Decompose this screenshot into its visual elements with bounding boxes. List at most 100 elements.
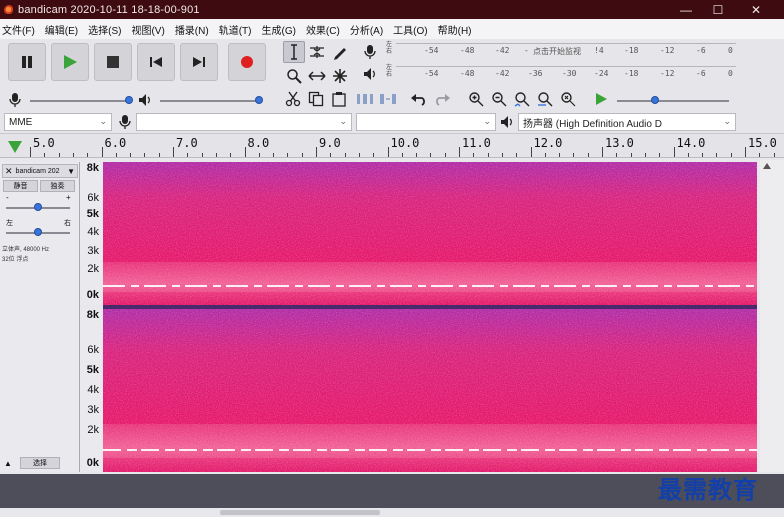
menu-tracks[interactable]: 轨道(T) xyxy=(219,22,252,37)
skip-to-start-button[interactable] xyxy=(137,43,175,81)
gain-knob[interactable] xyxy=(34,203,42,211)
spectrogram-left-channel[interactable] xyxy=(103,162,757,305)
timeline-minor-tick xyxy=(287,153,289,157)
pan-left-label: 左 xyxy=(6,220,13,227)
menu-select[interactable]: 选择(S) xyxy=(88,22,121,37)
multi-tool[interactable] xyxy=(329,65,351,87)
record-meter-scale[interactable]: -54 -48 -42 - 点击开始监视 !4 -18 -12 -6 0 xyxy=(396,43,736,61)
timeline-tick-label: 8.0 xyxy=(247,136,270,150)
stop-button[interactable] xyxy=(94,43,132,81)
timeline-minor-tick xyxy=(773,153,775,157)
menu-edit[interactable]: 编辑(E) xyxy=(45,22,78,37)
recording-device-select[interactable]: ⌄ xyxy=(136,113,352,131)
recording-volume-slider[interactable] xyxy=(30,100,130,102)
playback-tick-label: -12 xyxy=(660,69,675,78)
redo-button[interactable] xyxy=(431,88,453,110)
record-button[interactable] xyxy=(228,43,266,81)
zoom-in-button[interactable] xyxy=(465,88,487,110)
fit-selection-icon xyxy=(514,92,530,107)
solo-button[interactable]: 独奏 xyxy=(40,180,75,192)
skip-start-icon xyxy=(150,57,162,67)
zoom-tool[interactable] xyxy=(283,65,305,87)
start-monitoring-label[interactable]: 点击开始监视 xyxy=(533,46,581,57)
time-shift-tool[interactable] xyxy=(306,65,328,87)
fit-project-button[interactable] xyxy=(534,88,556,110)
playback-meter-speaker-icon[interactable] xyxy=(363,65,377,83)
timeline-minor-tick xyxy=(58,153,60,157)
copy-icon xyxy=(308,91,324,107)
playback-tick-label: -36 xyxy=(528,69,543,78)
timeline-ruler[interactable]: 5.0 6.0 7.0 8.0 9.0 10.0 11.0 12.0 13.0 14.0 15.0 xyxy=(0,134,784,158)
playback-volume-slider[interactable] xyxy=(160,100,260,102)
select-track-button[interactable]: 选择 xyxy=(20,457,60,469)
menu-generate[interactable]: 生成(G) xyxy=(261,22,295,37)
timeline-minor-tick xyxy=(201,153,203,157)
timeline-minor-tick xyxy=(416,153,418,157)
undo-button[interactable] xyxy=(408,88,430,110)
menu-file[interactable]: 文件(F) xyxy=(2,22,35,37)
timeline-minor-tick xyxy=(344,153,346,157)
pause-button[interactable] xyxy=(8,43,46,81)
fit-selection-button[interactable] xyxy=(511,88,533,110)
silence-audio-button[interactable] xyxy=(377,88,399,110)
scissors-icon xyxy=(285,91,301,107)
maximize-button[interactable]: ☐ xyxy=(700,0,736,19)
copy-button[interactable] xyxy=(305,88,327,110)
menu-analyze[interactable]: 分析(A) xyxy=(350,22,383,37)
timeline-minor-tick xyxy=(158,153,160,157)
zoom-out-button[interactable] xyxy=(488,88,510,110)
freq-label: 6k xyxy=(87,344,99,356)
play-speed-knob[interactable] xyxy=(651,96,659,104)
timeline-major-tick xyxy=(244,147,246,157)
selection-tool[interactable] xyxy=(283,41,305,63)
track-menu-chevron-icon[interactable]: ▼ xyxy=(67,167,75,176)
menu-effect[interactable]: 效果(C) xyxy=(306,22,340,37)
playback-device-speaker-icon xyxy=(500,113,514,131)
menu-view[interactable]: 视图(V) xyxy=(131,22,164,37)
skip-to-end-button[interactable] xyxy=(180,43,218,81)
timeline-minor-tick xyxy=(559,153,561,157)
freq-label: 0k xyxy=(86,457,99,469)
zoom-toggle-button[interactable] xyxy=(557,88,579,110)
audio-host-select[interactable]: MME ⌄ xyxy=(4,113,112,131)
stop-icon xyxy=(107,56,119,68)
playback-volume-knob[interactable] xyxy=(255,96,263,104)
close-button[interactable]: ✕ xyxy=(738,0,774,19)
track-close-icon[interactable]: ✕ xyxy=(5,166,13,177)
scroll-thumb[interactable] xyxy=(220,510,380,515)
minimize-button[interactable]: — xyxy=(668,0,704,19)
undo-icon xyxy=(411,94,425,106)
playback-device-select[interactable]: 扬声器 (High Definition Audio D ⌄ xyxy=(518,113,736,131)
menu-transport[interactable]: 播录(N) xyxy=(175,22,209,37)
trim-audio-button[interactable] xyxy=(354,88,376,110)
record-meter-mic-icon[interactable] xyxy=(363,43,377,61)
timeline-minor-tick xyxy=(301,153,303,157)
collapse-track-icon[interactable]: ▲ xyxy=(4,459,12,468)
app-icon xyxy=(4,4,14,15)
menu-help[interactable]: 帮助(H) xyxy=(438,22,472,37)
playback-meter-scale[interactable]: -54 -48 -42 -36 -30 -24 -18 -12 -6 0 xyxy=(396,66,736,84)
record-tick-label: -42 xyxy=(495,46,510,55)
spectrogram-right-channel[interactable] xyxy=(103,309,757,472)
scroll-up-icon[interactable] xyxy=(762,162,772,170)
recording-channels-select[interactable]: ⌄ xyxy=(356,113,496,131)
paste-button[interactable] xyxy=(328,88,350,110)
mute-button[interactable]: 静音 xyxy=(3,180,38,192)
vertical-scrollbar[interactable] xyxy=(760,160,784,472)
window-title: bandicam 2020-10-11 18-18-00-901 xyxy=(18,3,200,16)
play-at-speed-button[interactable] xyxy=(590,88,612,110)
menu-tools[interactable]: 工具(O) xyxy=(393,22,427,37)
cut-button[interactable] xyxy=(282,88,304,110)
recording-volume-knob[interactable] xyxy=(125,96,133,104)
draw-tool[interactable] xyxy=(329,41,351,63)
watermark-logo: 最需教育 xyxy=(658,475,758,504)
play-button[interactable] xyxy=(51,43,89,81)
playback-tick-label: -18 xyxy=(624,69,639,78)
timeline-major-tick xyxy=(530,147,532,157)
track-name[interactable]: bandicam 202 xyxy=(16,168,60,175)
horizontal-scrollbar[interactable] xyxy=(0,508,784,517)
play-speed-slider[interactable] xyxy=(617,100,729,102)
envelope-tool[interactable] xyxy=(306,41,328,63)
pan-knob[interactable] xyxy=(34,228,42,236)
play-head-marker-icon[interactable] xyxy=(6,137,26,157)
